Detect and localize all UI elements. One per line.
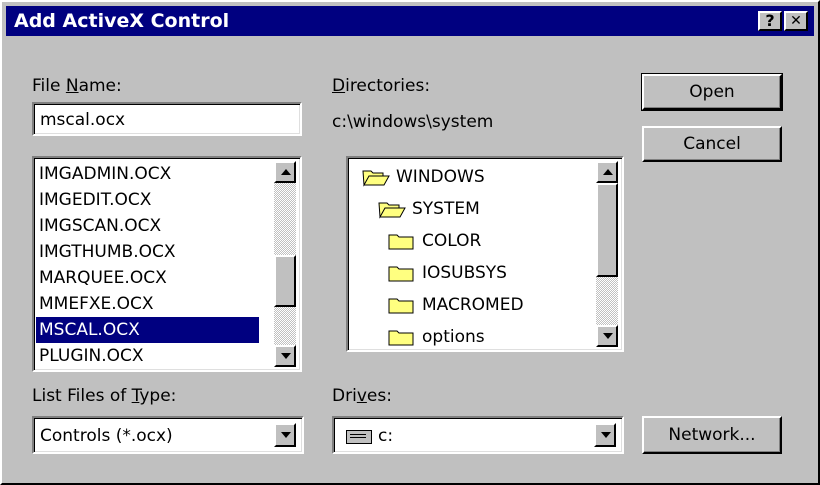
directory-item[interactable]: options bbox=[388, 321, 485, 353]
directory-item[interactable]: MACROMED bbox=[388, 289, 524, 321]
directories-label: Directories: bbox=[332, 76, 431, 96]
file-list-item[interactable]: MSCAL.OCX bbox=[36, 317, 259, 343]
file-type-label: List Files of Type: bbox=[32, 386, 177, 406]
directory-item[interactable]: IOSUBSYS bbox=[388, 257, 507, 289]
dir-scroll-down-button[interactable] bbox=[596, 325, 618, 347]
folder-icon bbox=[388, 298, 414, 314]
directory-scrollbar[interactable] bbox=[596, 161, 618, 347]
help-button[interactable]: ? bbox=[758, 11, 782, 31]
directory-item-label: COLOR bbox=[422, 231, 482, 251]
folder-icon bbox=[388, 330, 414, 346]
directory-item[interactable]: SYSTEM bbox=[378, 193, 480, 225]
arrow-up-icon bbox=[603, 169, 613, 175]
open-folder-icon bbox=[378, 202, 406, 219]
scroll-down-button[interactable] bbox=[274, 345, 296, 367]
file-type-dropdown-button[interactable] bbox=[274, 423, 296, 447]
directory-item-label: options bbox=[422, 327, 485, 347]
scroll-up-button[interactable] bbox=[274, 161, 296, 183]
cancel-button[interactable]: Cancel bbox=[642, 126, 782, 162]
close-button[interactable]: ✕ bbox=[784, 11, 808, 31]
directory-item[interactable]: COLOR bbox=[388, 225, 481, 257]
file-name-input[interactable]: mscal.ocx bbox=[32, 102, 302, 136]
file-list-item[interactable]: MMEFXE.OCX bbox=[36, 291, 259, 317]
drive-icon bbox=[346, 430, 372, 444]
open-button[interactable]: Open bbox=[641, 73, 783, 111]
directory-item-label: MACROMED bbox=[422, 295, 524, 315]
file-name-label: File Name: bbox=[32, 76, 122, 96]
chevron-down-icon bbox=[601, 432, 611, 438]
file-list-item[interactable]: IMGADMIN.OCX bbox=[36, 161, 259, 187]
network-button[interactable]: Network... bbox=[642, 416, 782, 454]
dir-scroll-thumb[interactable] bbox=[596, 183, 618, 277]
drives-label: Drives: bbox=[332, 386, 392, 406]
dialog-title: Add ActiveX Control bbox=[14, 10, 230, 32]
file-list-item[interactable]: MARQUEE.OCX bbox=[36, 265, 259, 291]
drives-dropdown-button[interactable] bbox=[594, 423, 616, 447]
scroll-thumb[interactable] bbox=[274, 255, 296, 307]
directory-item-label: WINDOWS bbox=[396, 167, 485, 187]
arrow-down-icon bbox=[603, 333, 613, 339]
directory-item-label: IOSUBSYS bbox=[422, 263, 507, 283]
file-list-item[interactable]: IMGEDIT.OCX bbox=[36, 187, 259, 213]
folder-icon bbox=[388, 234, 414, 250]
directory-tree[interactable]: WINDOWS SYSTEM COLOR IOSUBSYS MACROMED option… bbox=[346, 156, 624, 352]
folder-icon bbox=[388, 266, 414, 282]
file-list-item[interactable]: PLUGIN.OCX bbox=[36, 343, 259, 369]
file-list-item[interactable]: IMGTHUMB.OCX bbox=[36, 239, 259, 265]
file-type-value: Controls (*.ocx) bbox=[40, 426, 173, 446]
title-bar[interactable]: Add ActiveX Control ? ✕ bbox=[6, 6, 814, 36]
add-activex-dialog: Add ActiveX Control ? ✕ File Name: mscal… bbox=[0, 0, 820, 485]
close-icon: ✕ bbox=[790, 13, 802, 29]
file-list-item[interactable]: IMGSCAN.OCX bbox=[36, 213, 259, 239]
directory-item-label: SYSTEM bbox=[412, 199, 480, 219]
directory-item[interactable]: WINDOWS bbox=[362, 161, 485, 193]
arrow-up-icon bbox=[281, 169, 291, 175]
drives-select[interactable]: c: bbox=[332, 416, 624, 454]
file-name-value: mscal.ocx bbox=[40, 110, 126, 130]
drives-value: c: bbox=[378, 426, 394, 446]
arrow-down-icon bbox=[281, 353, 291, 359]
open-folder-icon bbox=[362, 170, 390, 187]
current-path: c:\windows\system bbox=[332, 112, 494, 132]
file-list[interactable]: IMGADMIN.OCX IMGEDIT.OCX IMGSCAN.OCX IMGTHU… bbox=[32, 156, 302, 372]
dir-scroll-up-button[interactable] bbox=[596, 161, 618, 183]
file-list-scrollbar[interactable] bbox=[274, 161, 296, 367]
file-type-select[interactable]: Controls (*.ocx) bbox=[32, 416, 304, 454]
chevron-down-icon bbox=[281, 432, 291, 438]
help-icon: ? bbox=[765, 11, 775, 30]
